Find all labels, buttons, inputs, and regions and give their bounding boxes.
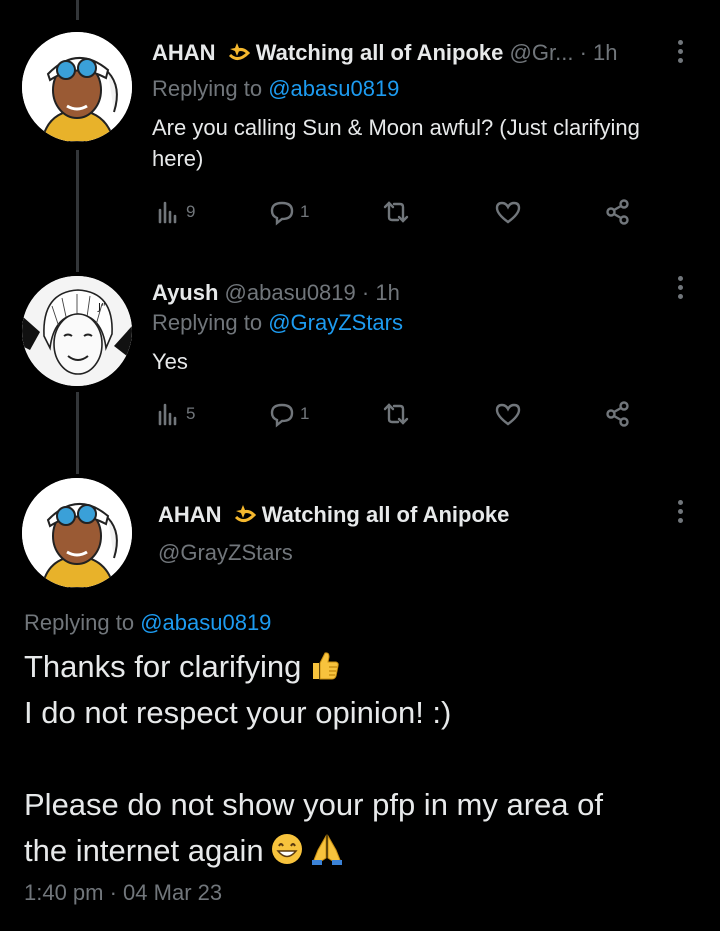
views-button[interactable]: 5: [154, 394, 195, 434]
retweet-icon: [383, 201, 409, 223]
tweet-text: Thanks for clarifying I do not respect y…: [24, 644, 704, 874]
sparkle-emoji: [228, 43, 250, 60]
more-icon[interactable]: [678, 500, 684, 526]
tweet-text-line: Are you calling Sun & Moon awful? (Just …: [152, 115, 640, 140]
retweet-button[interactable]: [382, 394, 410, 434]
tweet-text-line: here): [152, 146, 204, 171]
display-name-suffix[interactable]: Watching all of Anipoke: [262, 502, 510, 527]
handle[interactable]: @abasu0819: [225, 280, 356, 305]
like-icon: [495, 403, 521, 426]
share-icon: [606, 199, 629, 225]
share-icon: [606, 401, 629, 427]
retweet-icon: [383, 403, 409, 425]
thread-line: [76, 0, 79, 20]
avatar[interactable]: [22, 32, 132, 142]
views-count: 5: [186, 404, 196, 423]
replying-to: Replying to @abasu0819: [24, 610, 271, 636]
mention-link[interactable]: @GrayZStars: [268, 310, 403, 335]
svg-text:J": J": [97, 302, 106, 313]
tweet-text-segment: Thanks for clarifying: [24, 649, 302, 684]
tweet-text-spacer: [24, 736, 704, 782]
tweet-text-line: I do not respect your opinion! :): [24, 695, 452, 730]
views-icon: [158, 403, 177, 426]
tweet-text-line: Thanks for clarifying: [24, 644, 704, 690]
handle[interactable]: @GrayZStars: [158, 540, 293, 566]
tweet-text-line: the internet again: [24, 828, 704, 874]
views-button[interactable]: 9: [154, 192, 195, 232]
timestamp[interactable]: 1h: [593, 40, 617, 65]
separator-dot: ·: [361, 280, 370, 305]
replying-to: Replying to @abasu0819: [152, 76, 399, 102]
reply-count: 1: [300, 202, 310, 221]
thumbs-up-emoji: [313, 652, 340, 680]
like-button[interactable]: [494, 394, 522, 434]
display-name[interactable]: Ayush: [152, 280, 218, 305]
tweet-text-line: Yes: [152, 349, 188, 374]
replying-prefix: Replying to: [152, 76, 263, 101]
share-button[interactable]: [604, 192, 632, 232]
display-name[interactable]: AHAN: [158, 502, 222, 527]
tweet-text: Are you calling Sun & Moon awful? (Just …: [152, 112, 692, 174]
avatar[interactable]: [22, 478, 132, 588]
views-icon: [158, 201, 177, 224]
handle[interactable]: @Gr...: [510, 40, 574, 65]
more-icon[interactable]: [678, 276, 684, 302]
like-button[interactable]: [494, 192, 522, 232]
sparkle-emoji: [234, 505, 256, 522]
tweet-header: Ayush @abasu0819 · 1h: [152, 280, 400, 306]
tweet-timestamp[interactable]: 1:40 pm · 04 Mar 23: [24, 880, 222, 906]
replying-prefix: Replying to: [24, 610, 135, 635]
action-bar: 5 1: [152, 394, 652, 434]
tweet-text-segment: the internet again: [24, 833, 264, 868]
tweet-text-line: Please do not show your pfp in my area o…: [24, 787, 603, 822]
reply-button[interactable]: 1: [268, 192, 309, 232]
tweet-reply-1[interactable]: AHAN Watching all of Anipoke @Gr... · 1h…: [0, 28, 720, 258]
tweet-header: AHAN Watching all of Anipoke @Gr... · 1h: [152, 40, 618, 66]
grin-emoji: [271, 834, 302, 864]
avatar[interactable]: J": [22, 276, 132, 386]
share-button[interactable]: [604, 394, 632, 434]
more-icon[interactable]: [678, 40, 684, 66]
replying-to: Replying to @GrayZStars: [152, 310, 403, 336]
main-tweet: AHAN Watching all of Anipoke @GrayZStars…: [0, 478, 720, 928]
pray-emoji: [311, 834, 342, 865]
reply-button[interactable]: 1: [268, 394, 309, 434]
display-name-suffix[interactable]: Watching all of Anipoke: [256, 40, 504, 65]
tweet-text: Yes: [152, 346, 692, 377]
timestamp[interactable]: 1h: [375, 280, 399, 305]
reply-icon: [270, 403, 294, 428]
tweet-header: AHAN Watching all of Anipoke: [158, 502, 509, 528]
mention-link[interactable]: @abasu0819: [268, 76, 399, 101]
views-count: 9: [186, 202, 196, 221]
separator-dot: ·: [579, 40, 587, 65]
reply-count: 1: [300, 404, 310, 423]
replying-prefix: Replying to: [152, 310, 263, 335]
like-icon: [495, 201, 521, 224]
action-bar: 9 1: [152, 192, 652, 232]
retweet-button[interactable]: [382, 192, 410, 232]
display-name[interactable]: AHAN: [152, 40, 216, 65]
mention-link[interactable]: @abasu0819: [140, 610, 271, 635]
reply-icon: [270, 201, 294, 226]
tweet-reply-2[interactable]: J" Ayush @abasu0819 · 1h Replying to @Gr…: [0, 268, 720, 458]
